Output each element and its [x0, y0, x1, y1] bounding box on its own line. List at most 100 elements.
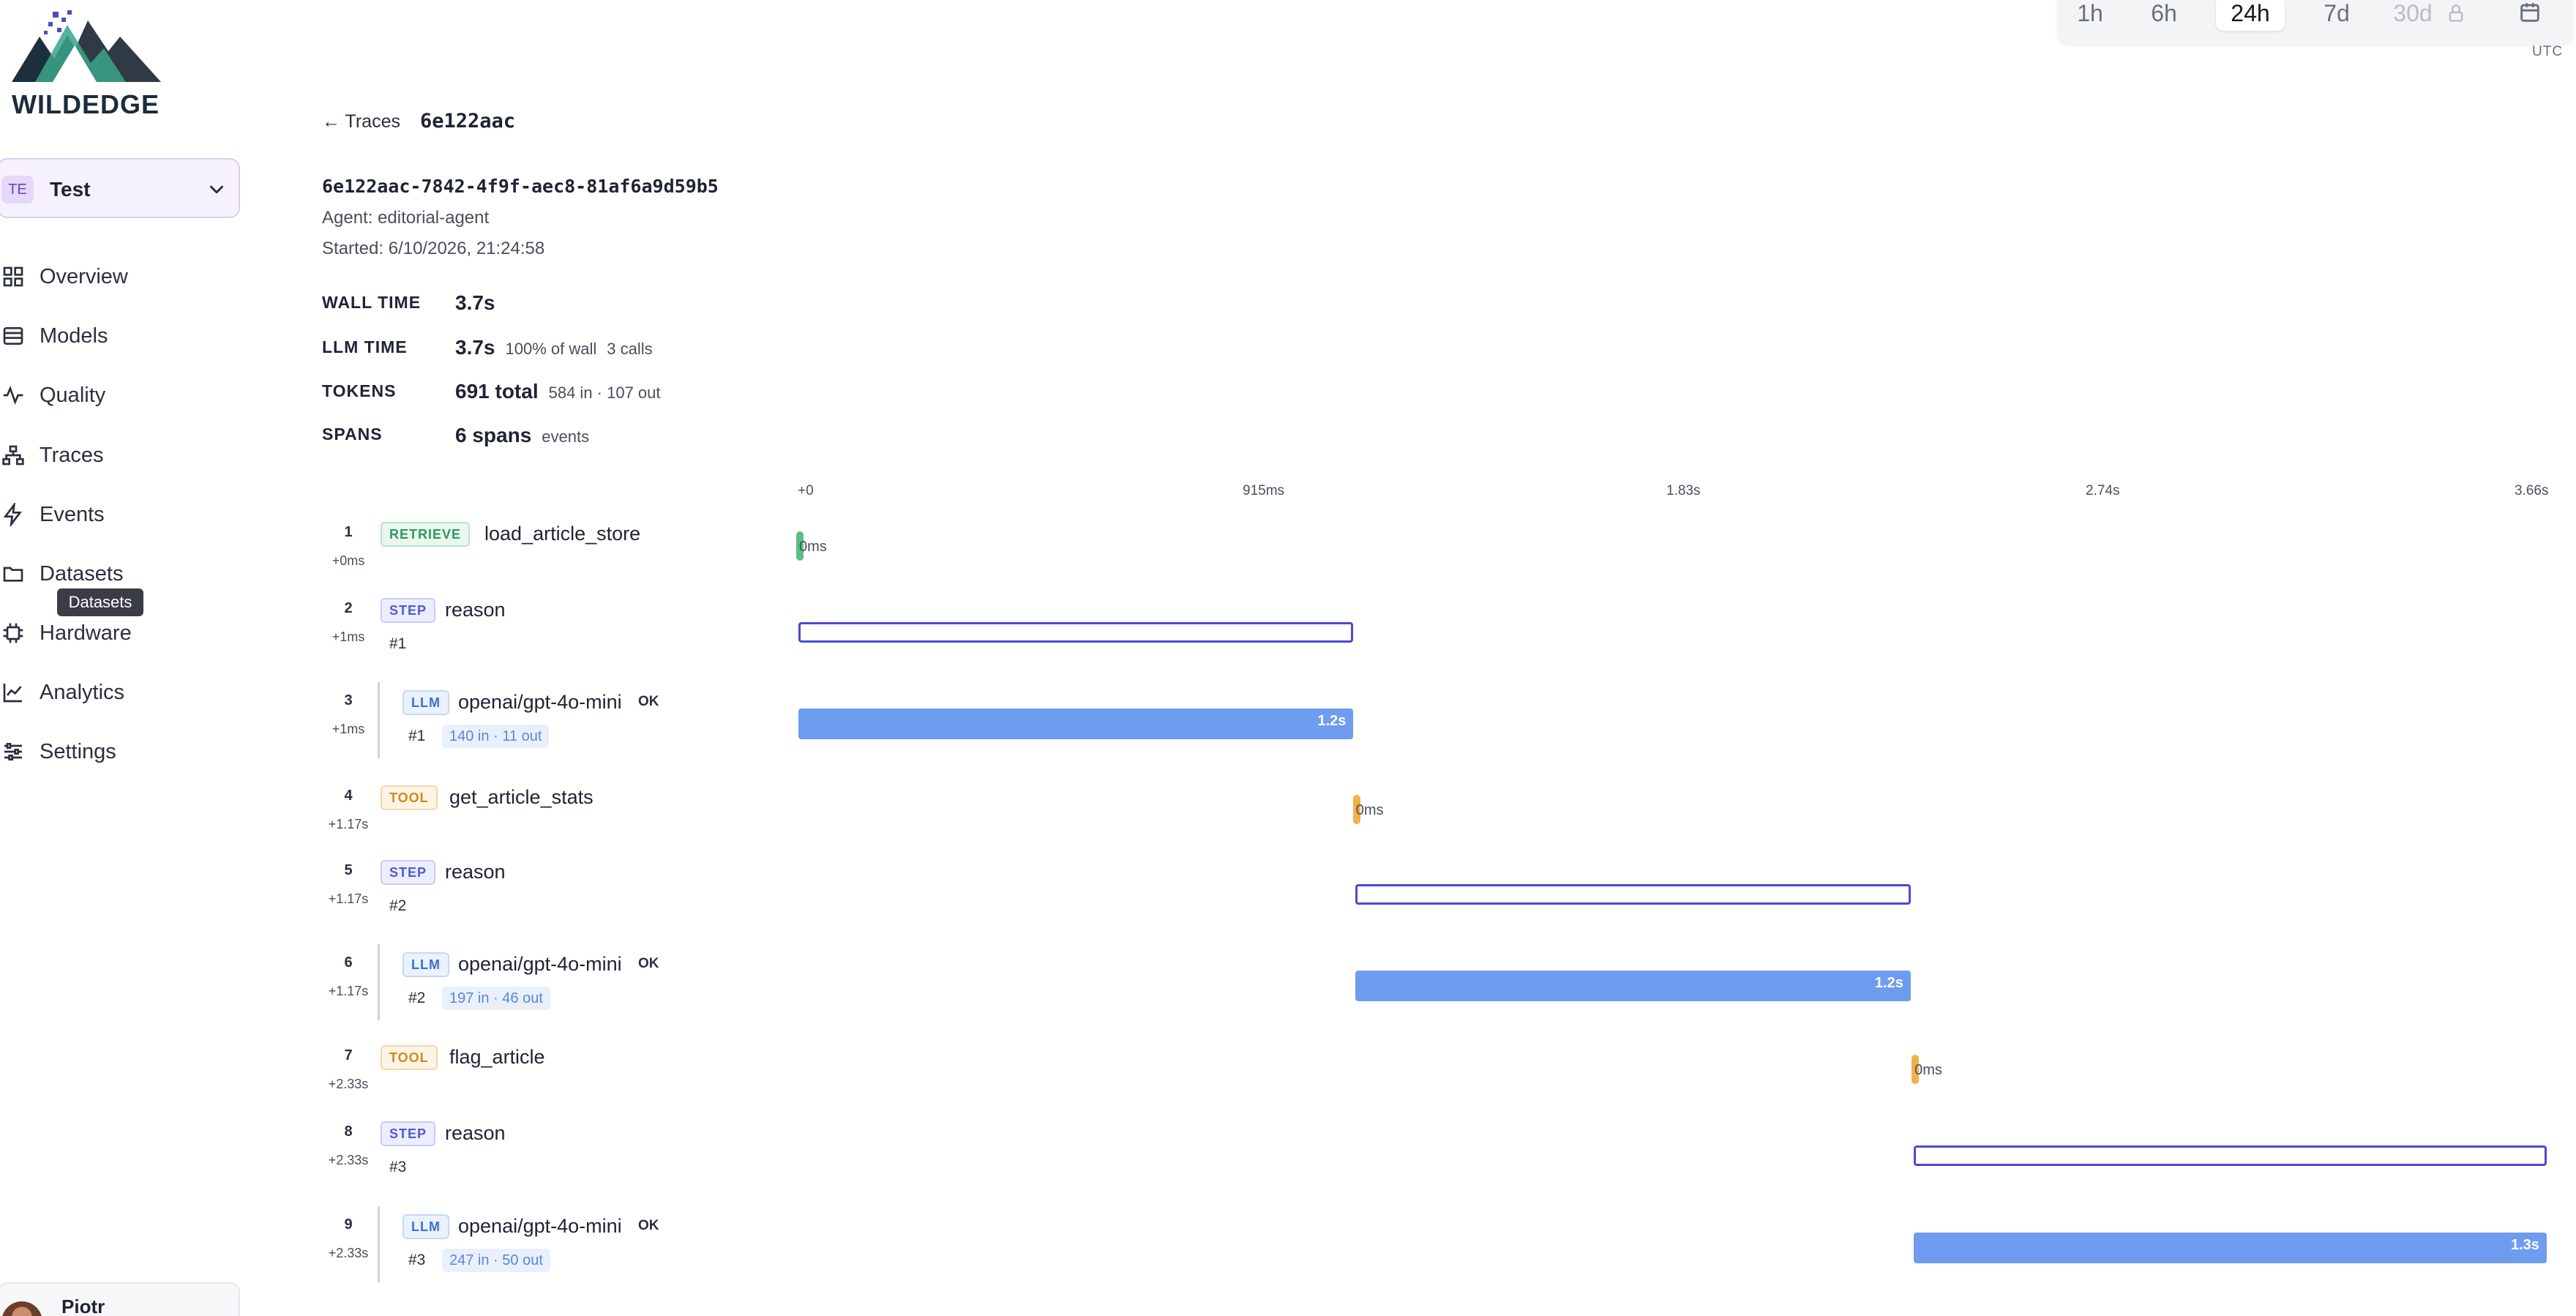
- stat-wall: 3.7s: [455, 291, 506, 315]
- span-kind-badge: TOOL: [381, 1045, 438, 1070]
- span-bar[interactable]: [1913, 1145, 2547, 1166]
- span-kind-badge: TOOL: [381, 785, 438, 810]
- row-offset: +2.33s: [328, 1077, 369, 1091]
- nav-label: Hardware: [40, 621, 132, 645]
- span-kind-badge: STEP: [381, 1121, 436, 1146]
- arrow-left-icon: ←: [322, 111, 340, 132]
- token-pill: 140 in · 11 out: [442, 725, 550, 748]
- span-kind-badge: RETRIEVE: [381, 522, 471, 547]
- span-name[interactable]: load_article_store: [484, 523, 640, 545]
- row-offset: +2.33s: [328, 1246, 369, 1260]
- stat-value: 6 spans: [455, 424, 532, 446]
- wildedge-logo: WILDEDGE: [9, 7, 170, 119]
- row-offset: +1.17s: [328, 817, 369, 831]
- span-sequence: #3: [408, 1252, 426, 1268]
- row-offset: +1ms: [332, 722, 365, 736]
- range-7d[interactable]: 7d: [2311, 0, 2362, 31]
- span-name[interactable]: openai/gpt-4o-mini: [458, 953, 622, 976]
- workspace-switcher[interactable]: TE Test: [0, 158, 240, 218]
- span-bar[interactable]: [798, 622, 1354, 643]
- span-sequence: #2: [389, 897, 407, 914]
- stat-tokens: 691 total 584 in · 107 out: [455, 380, 671, 403]
- nav-traces[interactable]: Traces: [0, 437, 104, 474]
- range-24h[interactable]: 24h: [2216, 0, 2285, 31]
- axis-tick-label: 3.66s: [2515, 483, 2549, 498]
- row-number: 8: [344, 1124, 353, 1140]
- span-bar[interactable]: 1.2s: [798, 709, 1354, 739]
- span-bar[interactable]: [1355, 884, 1911, 905]
- nav-label: Datasets: [40, 561, 124, 586]
- calendar-icon[interactable]: [2517, 0, 2542, 25]
- hierarchy-icon: [0, 442, 26, 468]
- span-bar[interactable]: 1.2s: [1355, 971, 1911, 1001]
- nav-events[interactable]: Events: [0, 496, 105, 533]
- nav-label: Quality: [40, 383, 106, 407]
- span-name[interactable]: reason: [445, 861, 506, 883]
- row-number: 6: [344, 954, 353, 971]
- row-number: 9: [344, 1216, 353, 1233]
- breadcrumb-back-link[interactable]: ← Traces: [322, 111, 400, 132]
- row-offset: +1.17s: [328, 891, 369, 906]
- nesting-line: [378, 944, 380, 1020]
- span-status: OK: [638, 956, 659, 971]
- token-pill: 197 in · 46 out: [442, 987, 550, 1010]
- span-bar[interactable]: 1.3s: [1913, 1233, 2547, 1263]
- stat-spans: 6 spans events: [455, 424, 599, 447]
- folder-icon: [0, 561, 26, 587]
- nav-models[interactable]: Models: [0, 318, 108, 354]
- workspace-badge: TE: [1, 176, 34, 203]
- stat-llm: 3.7s 100% of wall 3 calls: [455, 336, 663, 359]
- lock-icon: [2449, 4, 2463, 22]
- workspace-name: Test: [50, 178, 91, 201]
- token-pill: 247 in · 50 out: [442, 1249, 550, 1272]
- span-sequence: #2: [408, 990, 426, 1006]
- chart-icon: [0, 679, 26, 706]
- nav-label: Analytics: [40, 680, 125, 704]
- range-6h[interactable]: 6h: [2138, 0, 2190, 31]
- stat-label-llm: LLM TIME: [322, 337, 408, 356]
- span-sequence: #3: [389, 1159, 407, 1175]
- nav-overview[interactable]: Overview: [0, 258, 128, 295]
- span-duration-label: 0ms: [799, 539, 827, 555]
- brand-name: WILDEDGE: [12, 89, 160, 119]
- axis-tick-label: 2.74s: [2086, 483, 2120, 498]
- stat-value: 3.7s: [455, 336, 495, 359]
- nav-quality[interactable]: Quality: [0, 377, 105, 414]
- span-name[interactable]: reason: [445, 1122, 506, 1145]
- grid-icon: [0, 263, 26, 290]
- user-name: Piotr: [61, 1296, 105, 1316]
- trace-started: Started: 6/10/2026, 21:24:58: [322, 239, 545, 258]
- nav-settings[interactable]: Settings: [0, 733, 116, 770]
- stat-detail: 584 in · 107 out: [548, 384, 661, 402]
- nav-analytics[interactable]: Analytics: [0, 674, 124, 711]
- stat-calls: 3 calls: [607, 340, 653, 358]
- row-offset: +1.17s: [328, 984, 369, 998]
- row-offset: +2.33s: [328, 1153, 369, 1167]
- time-range-selector: 1h 6h 24h 7d 30d: [2058, 0, 2573, 44]
- row-offset: +0ms: [332, 553, 365, 568]
- trace-agent: Agent: editorial-agent: [322, 208, 490, 228]
- span-kind-badge: STEP: [381, 598, 436, 623]
- span-name[interactable]: openai/gpt-4o-mini: [458, 691, 622, 714]
- span-duration-label: 1.3s: [2511, 1237, 2539, 1253]
- nav-label: Overview: [40, 264, 128, 288]
- trace-id: 6e122aac-7842-4f9f-aec8-81af6a9d59b5: [322, 176, 719, 197]
- row-offset: +1ms: [332, 629, 365, 644]
- range-1h[interactable]: 1h: [2068, 0, 2112, 31]
- nav-datasets[interactable]: Datasets: [0, 556, 123, 592]
- nav-label: Models: [40, 324, 108, 348]
- span-name[interactable]: openai/gpt-4o-mini: [458, 1215, 622, 1238]
- stat-label-wall: WALL TIME: [322, 293, 422, 312]
- activity-icon: [0, 382, 26, 408]
- user-menu[interactable]: Piotr: [0, 1282, 240, 1316]
- span-name[interactable]: get_article_stats: [449, 786, 594, 809]
- span-duration-label: 0ms: [1914, 1062, 1942, 1078]
- span-kind-badge: LLM: [402, 690, 449, 715]
- span-duration-label: 1.2s: [1317, 713, 1347, 729]
- span-duration-label: 1.2s: [1874, 975, 1903, 991]
- nav-hardware[interactable]: Hardware: [0, 615, 132, 651]
- span-name[interactable]: reason: [445, 599, 506, 621]
- span-name[interactable]: flag_article: [449, 1046, 545, 1069]
- nesting-line: [378, 682, 380, 758]
- stat-value: 3.7s: [455, 291, 495, 314]
